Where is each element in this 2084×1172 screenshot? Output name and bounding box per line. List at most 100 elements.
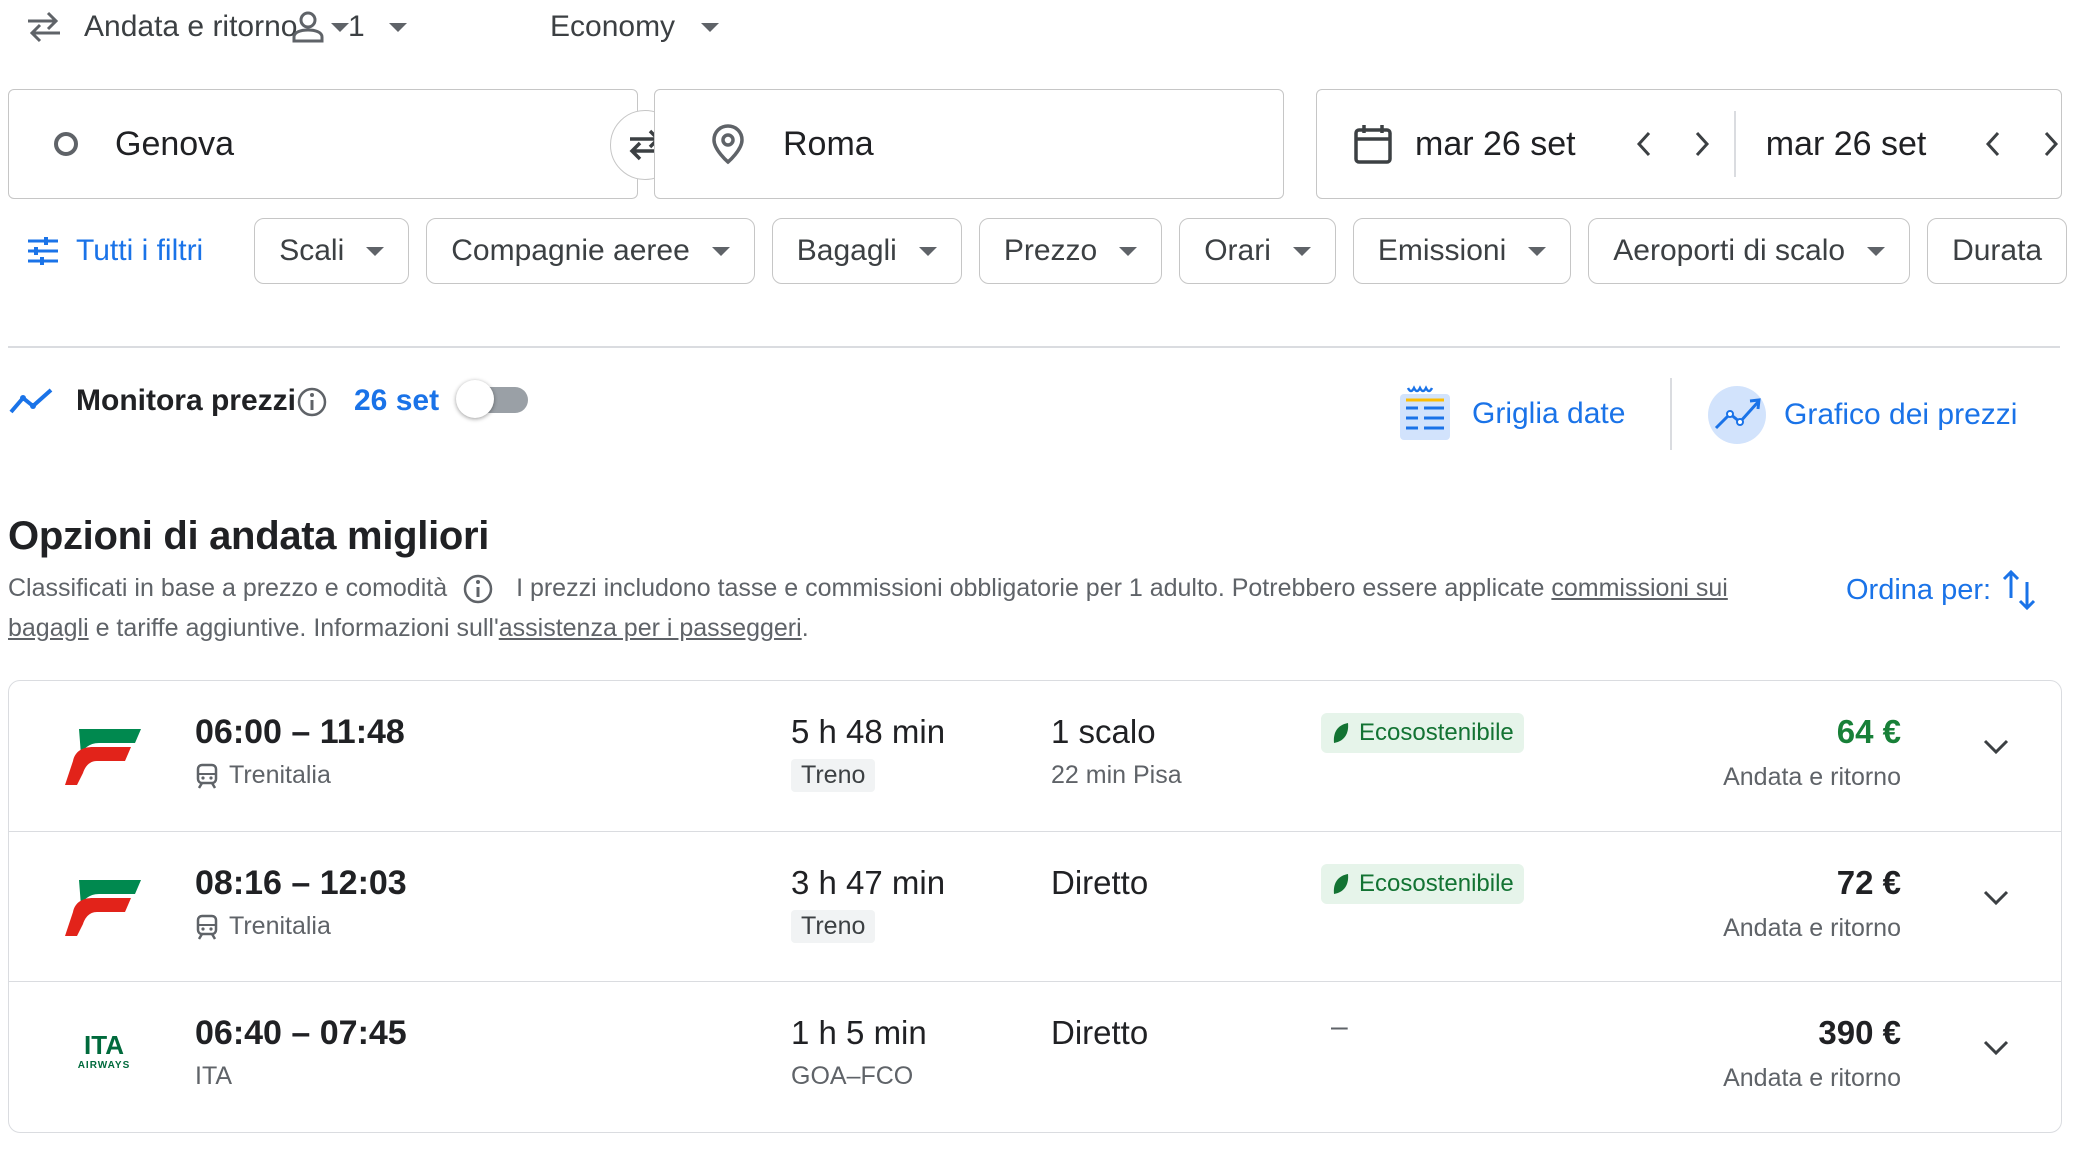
filter-chip-bags[interactable]: Bagagli <box>771 218 962 284</box>
price-graph-icon <box>1706 384 1768 446</box>
result-times: 08:16 – 12:03 <box>195 864 407 902</box>
train-icon <box>195 763 219 789</box>
price-graph-button[interactable]: Grafico dei prezzi <box>1706 384 2017 446</box>
date-grid-icon <box>1396 384 1454 444</box>
passenger-assistance-link[interactable]: assistenza per i passeggeri <box>499 614 802 642</box>
result-duration: 5 h 48 min <box>791 713 946 750</box>
result-layover: 22 min Pisa <box>1051 761 1182 789</box>
trenitalia-logo <box>59 721 149 791</box>
chip-label: Emissioni <box>1377 234 1507 267</box>
result-row[interactable]: ITA AIRWAYS 06:40 – 07:45 ITA 1 h 5 min … <box>9 981 2061 1131</box>
leaf-icon <box>1331 721 1351 745</box>
trend-line-icon <box>8 386 56 418</box>
expand-chevron-icon[interactable] <box>1981 1037 2011 1057</box>
filter-chip-emissions[interactable]: Emissioni <box>1352 218 1572 284</box>
chip-label: Compagnie aeree <box>451 234 690 267</box>
result-price-type: Andata e ritorno <box>1723 763 1901 791</box>
all-filters-label: Tutti i filtri <box>76 234 204 267</box>
mode-badge: Treno <box>791 910 876 943</box>
calendar-icon <box>1353 123 1393 165</box>
origin-input[interactable]: Genova <box>8 89 638 199</box>
depart-prev-date-button[interactable] <box>1634 129 1654 159</box>
price-graph-label: Grafico dei prezzi <box>1784 398 2018 431</box>
swap-arrows-icon <box>24 10 64 44</box>
eco-label: Ecosostenibile <box>1359 870 1514 897</box>
chevron-down-icon <box>918 246 937 256</box>
filter-chip-times[interactable]: Orari <box>1179 218 1336 284</box>
track-prices-toggle[interactable] <box>456 380 528 418</box>
ita-airways-logo: ITA AIRWAYS <box>59 1032 149 1102</box>
ranked-by-text: Classificati in base a prezzo e comodità <box>8 574 448 602</box>
carrier-name: Trenitalia <box>229 912 331 940</box>
chevron-down-icon <box>1292 246 1311 256</box>
carrier-name: Trenitalia <box>229 761 331 789</box>
result-row[interactable]: 08:16 – 12:03 Trenitalia 3 h 47 min Tren… <box>9 831 2061 981</box>
info-icon[interactable] <box>462 573 494 605</box>
return-date-value[interactable]: mar 26 set <box>1766 125 1955 164</box>
result-stops: 1 scalo <box>1051 713 1156 750</box>
chevron-down-icon <box>388 22 407 32</box>
info-icon[interactable] <box>296 386 328 418</box>
result-price: 64 € <box>1836 713 1901 750</box>
results-subline: Classificati in base a prezzo e comodità… <box>8 568 1778 648</box>
carrier-name: ITA <box>195 1062 233 1090</box>
chip-label: Scali <box>279 234 345 267</box>
result-route: GOA–FCO <box>791 1062 914 1090</box>
train-icon <box>195 914 219 940</box>
eco-label: Ecosostenibile <box>1359 719 1514 746</box>
sort-button[interactable]: Ordina per: <box>1846 568 2037 612</box>
disclaimer-text-a: I prezzi includono tasse e commissioni o… <box>516 574 1552 602</box>
leaf-icon <box>1331 872 1351 896</box>
chevron-down-icon <box>701 22 720 32</box>
filter-chip-price[interactable]: Prezzo <box>978 218 1163 284</box>
results-heading: Opzioni di andata migliori <box>8 514 490 558</box>
result-price-type: Andata e ritorno <box>1723 1064 1901 1092</box>
result-times: 06:40 – 07:45 <box>195 1014 407 1052</box>
result-carrier: ITA <box>195 1062 232 1091</box>
cabin-class-selector[interactable]: Economy <box>550 7 720 47</box>
track-prices-label: Monitora prezzi <box>76 384 297 417</box>
return-prev-date-button[interactable] <box>1983 129 2003 159</box>
results-list: 06:00 – 11:48 Trenitalia 5 h 48 min Tren… <box>8 680 2062 1133</box>
passengers-selector[interactable]: 1 <box>290 7 407 47</box>
all-filters-button[interactable]: Tutti i filtri <box>26 234 237 268</box>
chip-label: Prezzo <box>1003 234 1098 267</box>
cabin-class-label: Economy <box>550 10 676 43</box>
location-pin-icon <box>711 123 745 165</box>
result-row[interactable]: 06:00 – 11:48 Trenitalia 5 h 48 min Tren… <box>9 681 2061 831</box>
date-separator <box>1734 111 1736 177</box>
origin-value: Genova <box>115 124 235 163</box>
ita-logo-subtext: AIRWAYS <box>78 1060 131 1071</box>
expand-chevron-icon[interactable] <box>1981 887 2011 907</box>
date-grid-label: Griglia date <box>1472 397 1626 430</box>
filter-chip-stops[interactable]: Scali <box>254 218 410 284</box>
expand-chevron-icon[interactable] <box>1981 736 2011 756</box>
result-stops: Diretto <box>1051 1014 1149 1051</box>
destination-input[interactable]: Roma <box>654 89 1284 199</box>
chevron-down-icon <box>1528 246 1547 256</box>
filter-chip-airlines[interactable]: Compagnie aeree <box>426 218 755 284</box>
eco-badge: Ecosostenibile <box>1321 713 1524 753</box>
result-price: 390 € <box>1818 1014 1901 1051</box>
track-date: 26 set <box>354 384 440 417</box>
filter-bar: Tutti i filtri Scali Compagnie aeree Bag… <box>26 217 2084 285</box>
depart-date-value[interactable]: mar 26 set <box>1415 125 1604 164</box>
result-carrier: Trenitalia <box>195 761 331 790</box>
sort-label: Ordina per: <box>1846 573 1992 606</box>
date-grid-button[interactable]: Griglia date <box>1396 384 1625 444</box>
chip-label: Durata <box>1952 234 2043 267</box>
date-range-input[interactable]: mar 26 set mar 26 set <box>1316 89 2062 199</box>
emissions-unavailable: – <box>1331 1010 1348 1043</box>
filter-chip-duration[interactable]: Durata <box>1927 218 2068 284</box>
chevron-down-icon <box>711 246 730 256</box>
section-divider <box>8 346 2060 348</box>
depart-next-date-button[interactable] <box>1692 129 1712 159</box>
result-duration: 1 h 5 min <box>791 1014 927 1051</box>
eco-badge: Ecosostenibile <box>1321 864 1524 904</box>
chip-label: Bagagli <box>796 234 897 267</box>
return-next-date-button[interactable] <box>2041 129 2061 159</box>
result-price: 72 € <box>1836 864 1901 901</box>
tools-separator <box>1670 378 1672 450</box>
filter-chip-connecting-airports[interactable]: Aeroporti di scalo <box>1588 218 1911 284</box>
chevron-down-icon <box>1867 246 1886 256</box>
